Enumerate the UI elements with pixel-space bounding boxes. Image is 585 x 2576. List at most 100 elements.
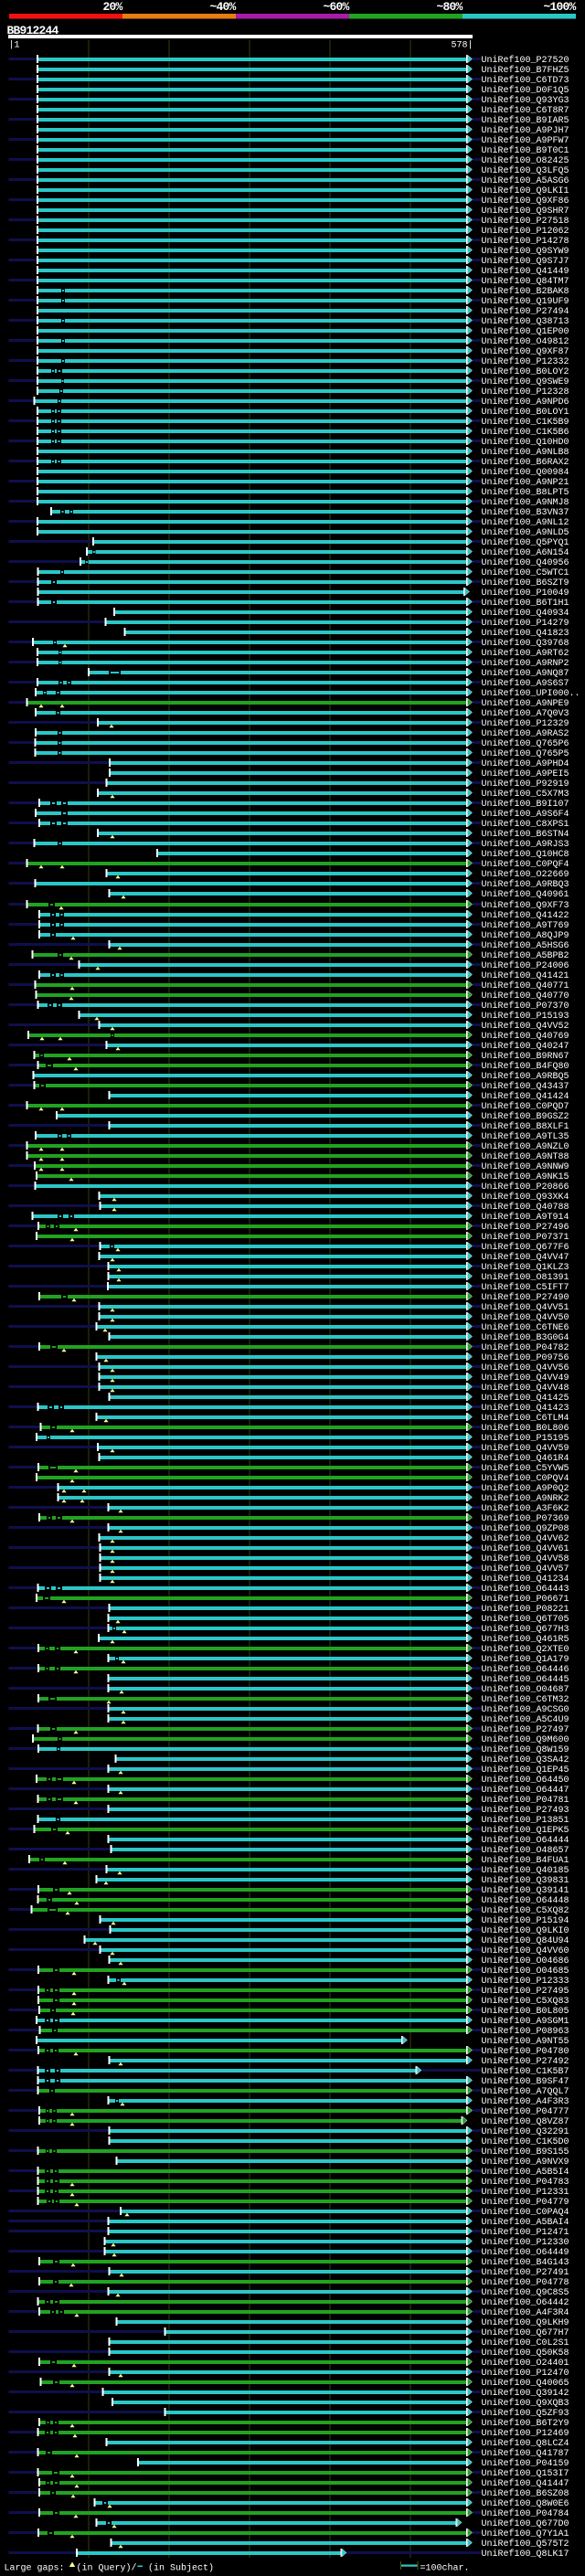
svg-text:UniRef100_O64442: UniRef100_O64442: [482, 2297, 569, 2308]
svg-text:UniRef100_B6T1H1: UniRef100_B6T1H1: [482, 598, 569, 609]
svg-text:~60%: ~60%: [323, 0, 349, 14]
svg-text:UniRef100_A5B5I4: UniRef100_A5B5I4: [482, 2167, 569, 2178]
svg-text:UniRef100_A9RNP2: UniRef100_A9RNP2: [482, 658, 569, 669]
svg-text:UniRef100_O64444: UniRef100_O64444: [482, 1835, 569, 1846]
svg-text:UniRef100_A9S6F4: UniRef100_A9S6F4: [482, 809, 569, 820]
svg-text:UniRef100_Q765P6: UniRef100_Q765P6: [482, 738, 569, 749]
svg-text:UniRef100_Q40788: UniRef100_Q40788: [482, 1202, 569, 1213]
svg-text:UniRef100_P12333: UniRef100_P12333: [482, 1976, 569, 1987]
svg-text:UniRef100_Q677D0: UniRef100_Q677D0: [482, 2518, 569, 2529]
svg-text:UniRef100_Q41447: UniRef100_Q41447: [482, 2478, 569, 2489]
svg-text:UniRef100_Q9XF86: UniRef100_Q9XF86: [482, 196, 569, 207]
svg-text:UniRef100_Q4VV56: UniRef100_Q4VV56: [482, 1362, 569, 1373]
svg-text:UniRef100_O64450: UniRef100_O64450: [482, 1775, 569, 1786]
svg-text:UniRef100_Q50K58: UniRef100_Q50K58: [482, 2348, 569, 2359]
svg-text:~80%: ~80%: [436, 0, 463, 14]
svg-text:UniRef100_Q93YG3: UniRef100_Q93YG3: [482, 95, 569, 106]
svg-text:UniRef100_P08963: UniRef100_P08963: [482, 2026, 569, 2037]
svg-text:UniRef100_Q32291: UniRef100_Q32291: [482, 2126, 569, 2137]
svg-text:UniRef100_Q40956: UniRef100_Q40956: [482, 557, 569, 568]
svg-text:UniRef100_Q39768: UniRef100_Q39768: [482, 638, 569, 649]
svg-text:UniRef100_A3F6K2: UniRef100_A3F6K2: [482, 1503, 569, 1514]
svg-text:UniRef100_B6SZT9: UniRef100_B6SZT9: [482, 578, 569, 588]
svg-text:UniRef100_P04159: UniRef100_P04159: [482, 2458, 569, 2469]
svg-text:UniRef100_A9NLD5: UniRef100_A9NLD5: [482, 527, 569, 538]
svg-text:UniRef100_B9RN67: UniRef100_B9RN67: [482, 1051, 569, 1062]
svg-text:UniRef100_P14279: UniRef100_P14279: [482, 618, 569, 629]
svg-text:(in Subject): (in Subject): [148, 2563, 214, 2574]
svg-text:UniRef100_Q4VV52: UniRef100_Q4VV52: [482, 1021, 569, 1032]
svg-text:578|: 578|: [451, 40, 473, 51]
svg-text:UniRef100_O64449: UniRef100_O64449: [482, 2247, 569, 2258]
svg-text:UniRef100_A5BAI4: UniRef100_A5BAI4: [482, 2217, 569, 2228]
svg-text:UniRef100_P07369: UniRef100_P07369: [482, 1513, 569, 1524]
svg-text:UniRef100_A5ASG6: UniRef100_A5ASG6: [482, 175, 569, 186]
svg-text:UniRef100_B7FHZ5: UniRef100_B7FHZ5: [482, 65, 569, 76]
svg-text:UniRef100_Q40185: UniRef100_Q40185: [482, 1865, 569, 1876]
svg-text:UniRef100_Q8VZ87: UniRef100_Q8VZ87: [482, 2116, 569, 2127]
svg-text:UniRef100_A9PHD4: UniRef100_A9PHD4: [482, 758, 569, 769]
svg-text:UniRef100_Q39831: UniRef100_Q39831: [482, 1875, 569, 1886]
svg-text:UniRef100_A9NMJ8: UniRef100_A9NMJ8: [482, 497, 569, 508]
svg-text:UniRef100_B6T2Y9: UniRef100_B6T2Y9: [482, 2418, 569, 2429]
svg-text:UniRef100_Q41449: UniRef100_Q41449: [482, 266, 569, 277]
svg-text:|1: |1: [9, 40, 20, 51]
svg-text:UniRef100_Q1EP45: UniRef100_Q1EP45: [482, 1765, 569, 1776]
svg-text:UniRef100_Q9XQB3: UniRef100_Q9XQB3: [482, 2398, 569, 2409]
svg-text:UniRef100_P04783: UniRef100_P04783: [482, 2177, 569, 2188]
svg-text:UniRef100_O24401: UniRef100_O24401: [482, 2358, 569, 2369]
svg-text:UniRef100_Q9LKH9: UniRef100_Q9LKH9: [482, 2317, 569, 2328]
svg-text:UniRef100_A9T914: UniRef100_A9T914: [482, 1212, 569, 1223]
svg-text:UniRef100_P27493: UniRef100_P27493: [482, 1805, 569, 1816]
svg-text:UniRef100_B4FQ80: UniRef100_B4FQ80: [482, 1061, 569, 1072]
svg-text:UniRef100_O04687: UniRef100_O04687: [482, 1684, 569, 1695]
svg-text:UniRef100_O48657: UniRef100_O48657: [482, 1845, 569, 1856]
svg-text:UniRef100_P13851: UniRef100_P13851: [482, 1815, 569, 1826]
svg-text:UniRef100_A5BPB2: UniRef100_A5BPB2: [482, 950, 569, 961]
svg-text:UniRef100_O64448: UniRef100_O64448: [482, 1895, 569, 1906]
svg-text:UniRef100_A9NT88: UniRef100_A9NT88: [482, 1151, 569, 1162]
svg-text:UniRef100_Q4VV59: UniRef100_Q4VV59: [482, 1443, 569, 1454]
svg-text:UniRef100_Q461R4: UniRef100_Q461R4: [482, 1453, 569, 1464]
svg-text:UniRef100_A8QJP9: UniRef100_A8QJP9: [482, 930, 569, 941]
svg-text:UniRef100_C0PQD7: UniRef100_C0PQD7: [482, 1101, 569, 1112]
svg-text:UniRef100_C0PQV4: UniRef100_C0PQV4: [482, 1473, 569, 1484]
svg-text:UniRef100_Q9XF73: UniRef100_Q9XF73: [482, 900, 569, 911]
svg-text:UniRef100_Q6T705: UniRef100_Q6T705: [482, 1614, 569, 1625]
svg-text:UniRef100_P27495: UniRef100_P27495: [482, 1986, 569, 1997]
svg-text:UniRef100_P27497: UniRef100_P27497: [482, 1724, 569, 1735]
svg-text:UniRef100_C5IFT7: UniRef100_C5IFT7: [482, 1282, 569, 1293]
svg-text:UniRef100_P92919: UniRef100_P92919: [482, 779, 569, 790]
svg-text:UniRef100_P04781: UniRef100_P04781: [482, 1795, 569, 1806]
svg-text:UniRef100_Q41234: UniRef100_Q41234: [482, 1574, 569, 1585]
svg-text:UniRef100_A4F3R3: UniRef100_A4F3R3: [482, 2096, 569, 2107]
svg-text:UniRef100_B0LOY2: UniRef100_B0LOY2: [482, 366, 569, 377]
svg-text:UniRef100_Q9ZP08: UniRef100_Q9ZP08: [482, 1523, 569, 1534]
svg-text:UniRef100_A9PEI5: UniRef100_A9PEI5: [482, 769, 569, 779]
svg-text:(in Query)/: (in Query)/: [77, 2563, 137, 2574]
svg-text:UniRef100_B0L805: UniRef100_B0L805: [482, 2006, 569, 2017]
svg-text:UniRef100_P04779: UniRef100_P04779: [482, 2197, 569, 2208]
svg-text:UniRef100_P27491: UniRef100_P27491: [482, 2267, 569, 2278]
svg-text:UniRef100_P07371: UniRef100_P07371: [482, 1232, 569, 1243]
svg-text:UniRef100_Q10HC8: UniRef100_Q10HC8: [482, 849, 569, 860]
svg-text:UniRef100_B9GSZ2: UniRef100_B9GSZ2: [482, 1111, 569, 1122]
svg-text:UniRef100_P15194: UniRef100_P15194: [482, 1915, 569, 1926]
svg-text:UniRef100_Q1EPK5: UniRef100_Q1EPK5: [482, 1825, 569, 1836]
svg-text:UniRef100_Q9LKI1: UniRef100_Q9LKI1: [482, 186, 569, 196]
svg-text:UniRef100_B8XLF1: UniRef100_B8XLF1: [482, 1121, 569, 1132]
svg-text:UniRef100_B9T0C1: UniRef100_B9T0C1: [482, 145, 569, 156]
svg-text:UniRef100_Q9XF87: UniRef100_Q9XF87: [482, 346, 569, 357]
svg-text:UniRef100_P04782: UniRef100_P04782: [482, 1342, 569, 1353]
svg-text:UniRef100_P27490: UniRef100_P27490: [482, 1292, 569, 1303]
svg-text:UniRef100_Q5ZF93: UniRef100_Q5ZF93: [482, 2408, 569, 2419]
svg-text:UniRef100_B3G0G4: UniRef100_B3G0G4: [482, 1332, 569, 1343]
svg-text:UniRef100_Q40961: UniRef100_Q40961: [482, 889, 569, 900]
svg-text:UniRef100_B3VN37: UniRef100_B3VN37: [482, 507, 569, 518]
svg-text:UniRef100_Q40247: UniRef100_Q40247: [482, 1041, 569, 1052]
svg-text:UniRef100_Q8W0E6: UniRef100_Q8W0E6: [482, 2498, 569, 2509]
svg-text:UniRef100_Q461R5: UniRef100_Q461R5: [482, 1634, 569, 1645]
svg-text:UniRef100_Q43437: UniRef100_Q43437: [482, 1081, 569, 1092]
svg-text:UniRef100_C0L2S1: UniRef100_C0L2S1: [482, 2337, 569, 2348]
svg-text:UniRef100_A9PFW7: UniRef100_A9PFW7: [482, 135, 569, 146]
